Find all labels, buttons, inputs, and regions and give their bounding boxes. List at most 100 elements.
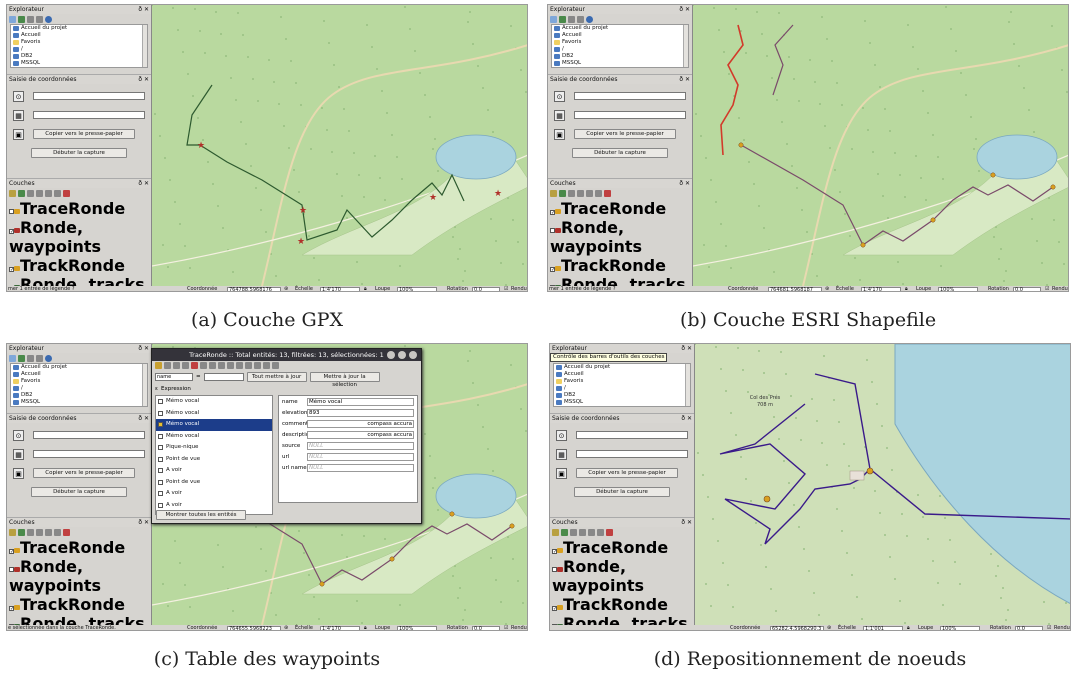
scale-select[interactable]: 1:4'170 xyxy=(320,286,360,291)
remove-layer-icon[interactable] xyxy=(606,528,613,536)
feature-list-item[interactable]: Mémo vocal xyxy=(156,396,272,408)
expand-icon[interactable] xyxy=(588,528,595,536)
copy-to-clipboard-button[interactable]: Copier vers le presse-papier xyxy=(33,129,135,139)
eye-icon[interactable] xyxy=(570,528,577,536)
dock-close-icon[interactable]: ð ✕ xyxy=(679,5,692,14)
scrollbar[interactable] xyxy=(142,364,147,406)
info-icon[interactable] xyxy=(45,15,52,23)
coordinate-field-1[interactable] xyxy=(574,92,686,100)
add-layer-icon[interactable] xyxy=(9,354,16,362)
dock-close-icon[interactable]: ð ✕ xyxy=(681,344,694,353)
form-field-input[interactable]: compass accura xyxy=(307,419,414,428)
dock-close-icon[interactable]: ð ✕ xyxy=(138,518,151,527)
map-svg[interactable]: ★ ★ ★ ★ ★ xyxy=(152,5,527,286)
coordinate-field-1[interactable] xyxy=(33,92,145,100)
layer-item[interactable]: ✓ Ronde, waypoints xyxy=(9,218,149,256)
map-canvas[interactable]: Col des Prés 708 m xyxy=(694,344,1070,625)
mouse-icon[interactable]: ⊛ xyxy=(827,625,831,630)
layer-item[interactable]: ✓ TraceRonde xyxy=(9,538,149,557)
close-icon[interactable] xyxy=(409,351,417,359)
add-group-icon[interactable] xyxy=(18,189,25,197)
form-field-input[interactable]: NULL xyxy=(307,452,414,461)
eye-icon[interactable] xyxy=(27,189,34,197)
browser-item[interactable]: DB2 xyxy=(11,53,147,60)
browser-item[interactable]: DB2 xyxy=(554,392,690,399)
browser-item[interactable]: / xyxy=(11,46,147,53)
scale-select[interactable]: 1:4'170 xyxy=(320,625,360,630)
save-icon[interactable] xyxy=(164,362,171,369)
refresh-icon[interactable] xyxy=(18,15,25,23)
dock-close-icon[interactable]: ð ✕ xyxy=(138,344,151,353)
form-field-input[interactable]: 893 xyxy=(307,408,414,417)
dock-close-icon[interactable]: ð ✕ xyxy=(679,179,692,188)
grid-icon[interactable]: ▦ xyxy=(554,109,565,121)
crosshair-icon[interactable]: ⊙ xyxy=(13,90,24,102)
collapse-icon[interactable] xyxy=(597,528,604,536)
add-group-icon[interactable] xyxy=(561,528,568,536)
mouse-icon[interactable]: ⊛ xyxy=(825,286,829,291)
browser-item[interactable]: DB2 xyxy=(11,392,147,399)
render-checkbox[interactable]: ☑ xyxy=(1045,286,1049,291)
layer-item[interactable]: ✓ TraceRonde xyxy=(550,199,690,218)
expand-icon[interactable] xyxy=(45,528,52,536)
start-capture-button[interactable]: Débuter la capture xyxy=(572,148,668,158)
feature-list-item[interactable]: A voir xyxy=(156,488,272,500)
filter-icon[interactable] xyxy=(209,362,216,369)
browser-item[interactable]: Accueil xyxy=(11,371,147,378)
scale-select[interactable]: 1:1'001 xyxy=(863,625,903,630)
add-layer-icon[interactable] xyxy=(9,15,16,23)
eye-icon[interactable] xyxy=(568,189,575,197)
scrollbar[interactable] xyxy=(685,364,690,406)
browser-item[interactable]: MSSQL xyxy=(11,399,147,406)
update-all-button[interactable]: Tout mettre à jour xyxy=(246,372,307,382)
feature-list-item[interactable]: Point de vue xyxy=(156,477,272,489)
window-title-bar[interactable]: TraceRonde :: Total entités: 13, filtrée… xyxy=(152,349,421,361)
crosshair-icon[interactable]: ⊙ xyxy=(554,90,565,102)
start-capture-button[interactable]: Débuter la capture xyxy=(574,487,670,497)
show-all-features-button[interactable]: Montrer toutes les entités xyxy=(156,510,246,520)
field-select[interactable]: name xyxy=(155,373,193,381)
layer-item[interactable]: ✓ TrackRonde xyxy=(9,256,149,275)
form-icon[interactable] xyxy=(272,362,279,369)
layer-item[interactable]: ✓ TraceRonde xyxy=(552,538,692,557)
rotation-spinbox[interactable]: 0.0 xyxy=(1013,286,1041,291)
collapse-icon[interactable] xyxy=(54,528,61,536)
coordinate-field-2[interactable] xyxy=(576,450,688,458)
mouse-icon[interactable]: ⊛ xyxy=(284,286,288,291)
form-field-input[interactable]: NULL xyxy=(307,441,414,450)
filter-icon[interactable] xyxy=(27,15,34,23)
browser-item[interactable]: Accueil du projet xyxy=(554,364,690,371)
move-icon[interactable] xyxy=(218,362,225,369)
form-field-input[interactable]: Mémo vocal xyxy=(307,397,414,406)
lock-icon[interactable]: 🔒︎ xyxy=(364,286,367,291)
refresh-icon[interactable] xyxy=(18,354,25,362)
browser-item[interactable]: Favoris xyxy=(552,39,688,46)
render-checkbox[interactable]: ☑ xyxy=(504,625,508,630)
start-capture-button[interactable]: Débuter la capture xyxy=(31,487,127,497)
render-checkbox[interactable]: ☑ xyxy=(1047,625,1051,630)
coordinate-value[interactable]: 764788.5968176 xyxy=(227,286,281,291)
feature-list-item[interactable]: Mémo vocal xyxy=(156,408,272,420)
update-selection-button[interactable]: Mettre à jour la sélection xyxy=(309,372,380,388)
rotation-spinbox[interactable]: 0.0 xyxy=(472,286,500,291)
map-canvas[interactable]: ★ ★ ★ ★ ★ xyxy=(151,5,527,286)
grid-icon[interactable]: ▦ xyxy=(13,109,24,121)
browser-item[interactable]: MSSQL xyxy=(554,399,690,406)
browser-item[interactable]: / xyxy=(11,385,147,392)
browser-item[interactable]: / xyxy=(554,385,690,392)
grid-icon[interactable]: ▦ xyxy=(13,448,24,460)
clipboard-icon[interactable]: ▣ xyxy=(13,467,24,479)
cond-icon[interactable] xyxy=(263,362,270,369)
browser-item[interactable]: Accueil du projet xyxy=(11,25,147,32)
collapse-icon[interactable] xyxy=(36,354,43,362)
minimize-icon[interactable] xyxy=(387,351,395,359)
start-capture-button[interactable]: Débuter la capture xyxy=(31,148,127,158)
edit-icon[interactable] xyxy=(155,362,162,369)
dock-close-icon[interactable]: ð ✕ xyxy=(681,414,694,423)
feature-list-item[interactable]: A voir xyxy=(156,465,272,477)
browser-item[interactable]: MSSQL xyxy=(552,60,688,67)
browser-item[interactable]: Favoris xyxy=(11,39,147,46)
browser-item[interactable]: Accueil xyxy=(552,32,688,39)
calc-icon[interactable] xyxy=(254,362,261,369)
scale-select[interactable]: 1:4'170 xyxy=(861,286,901,291)
